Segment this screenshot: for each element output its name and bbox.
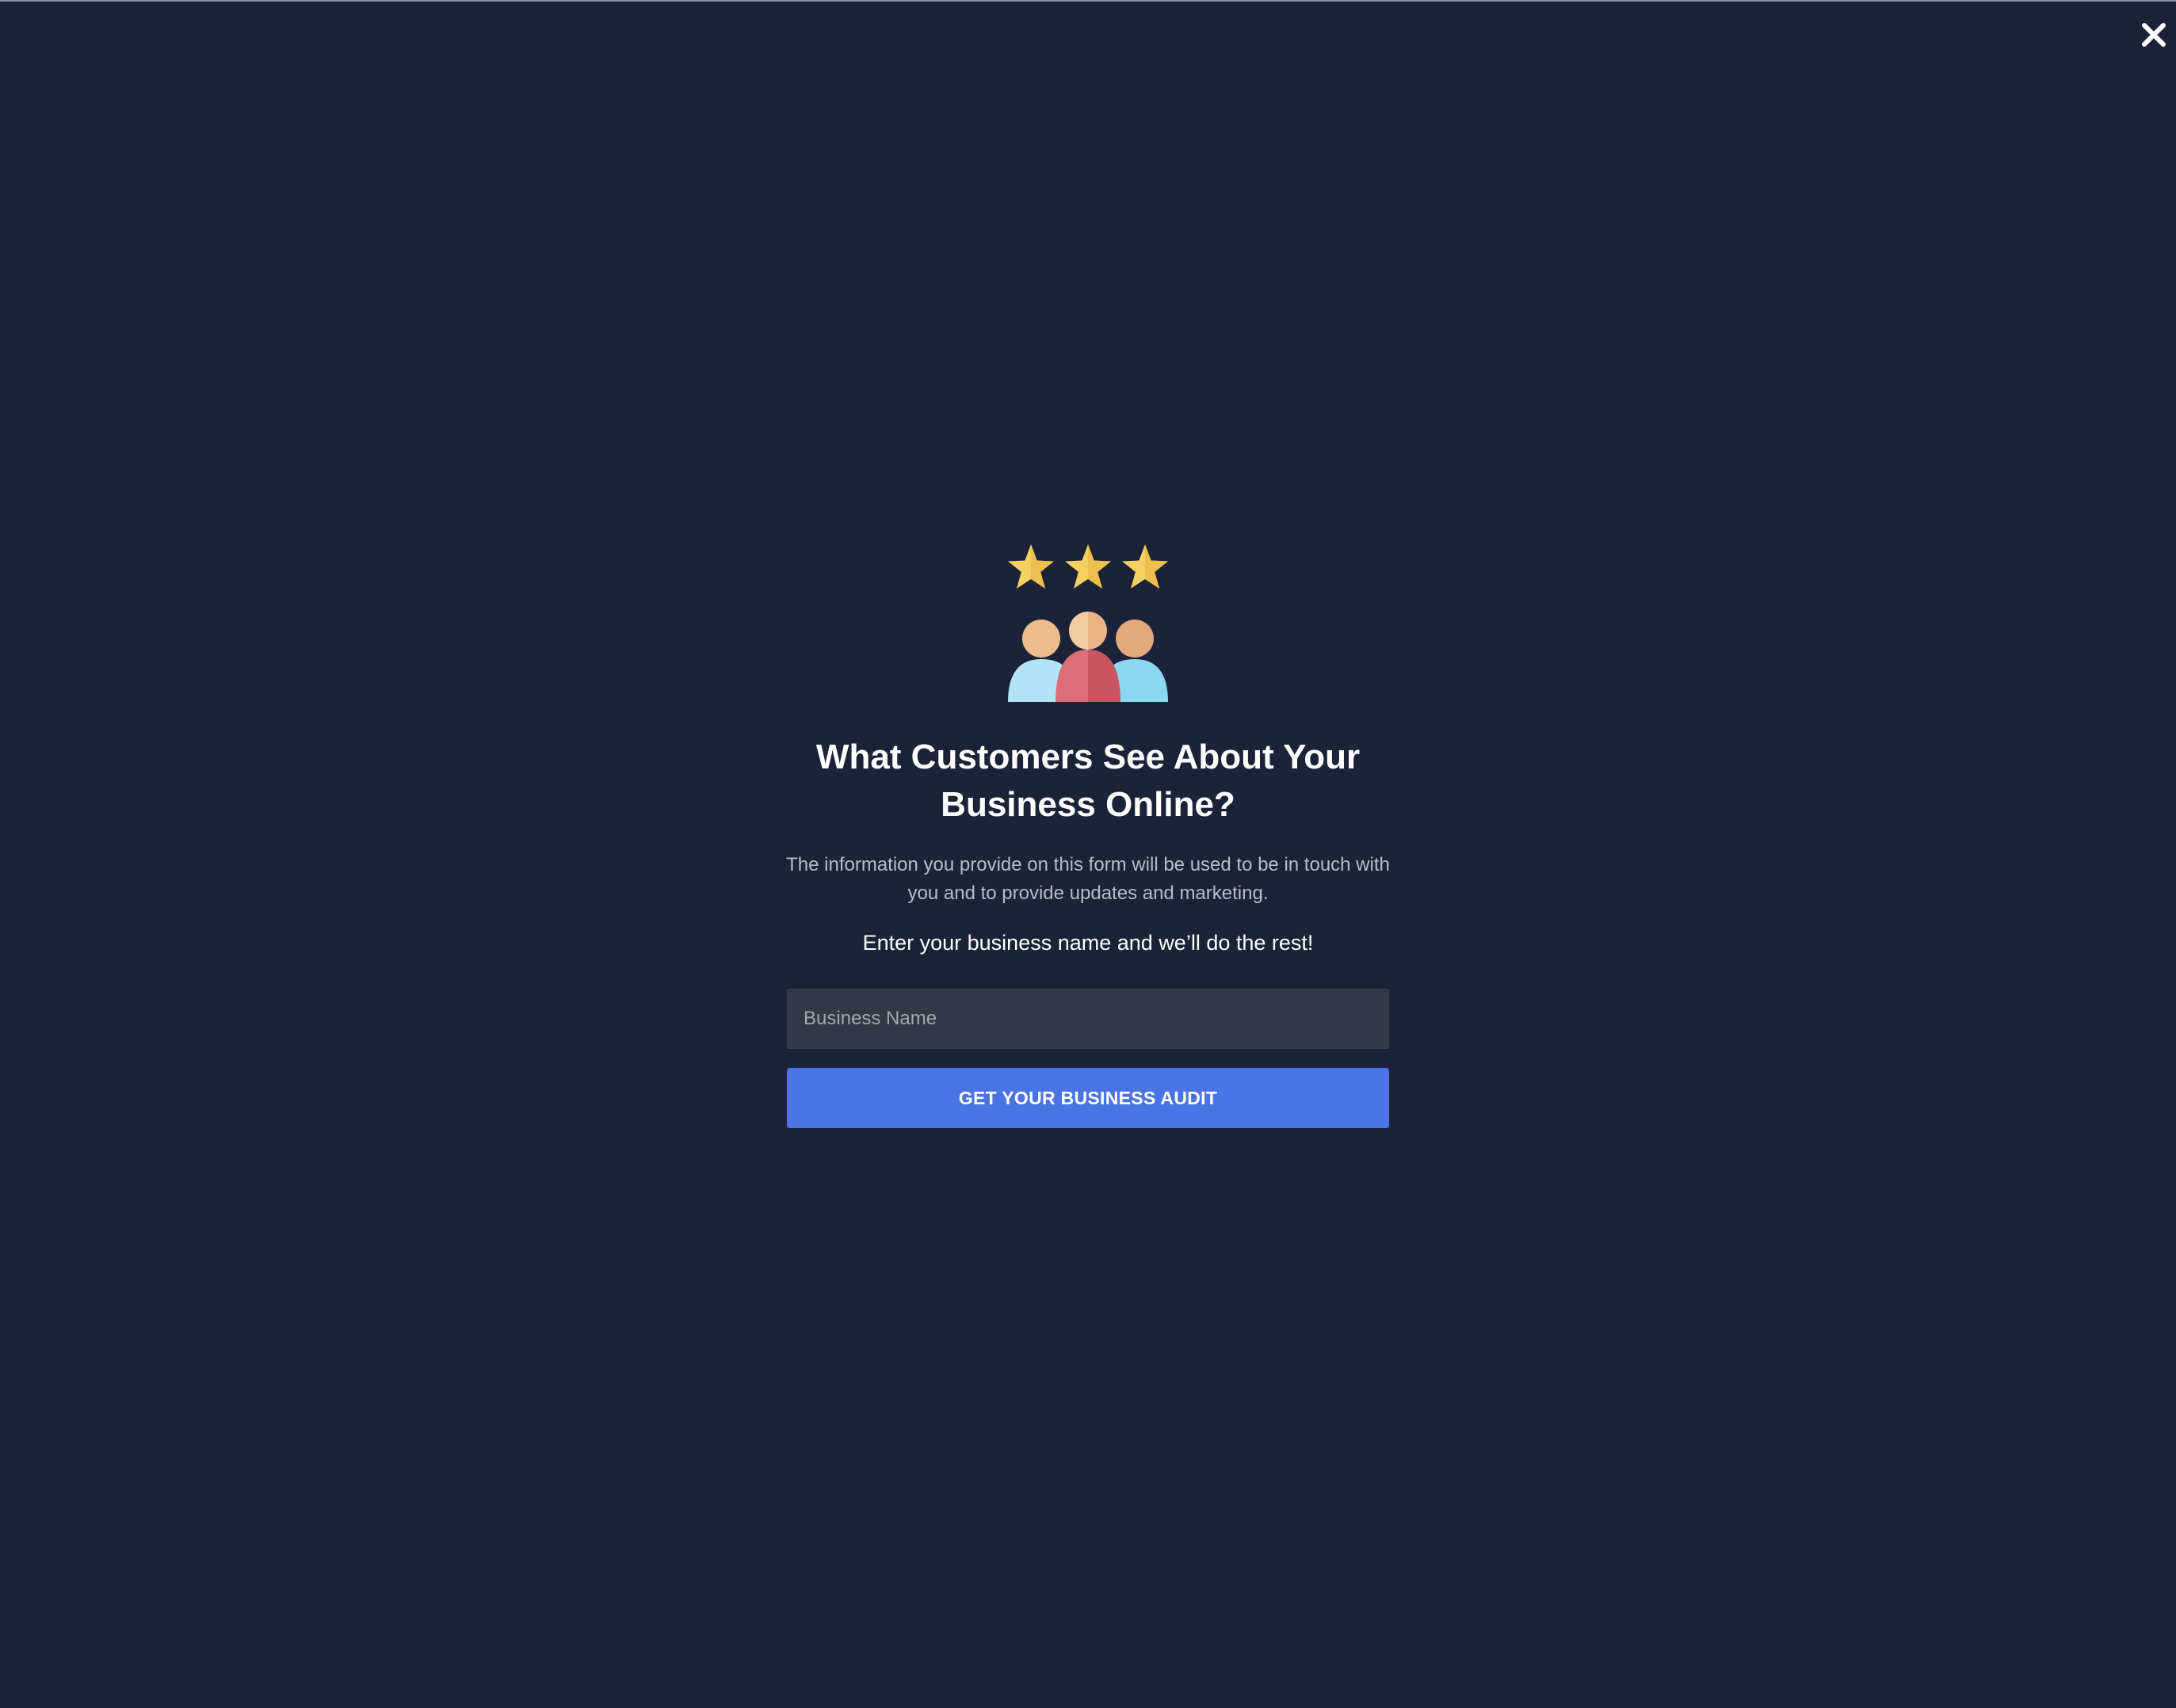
star-icon bbox=[1120, 543, 1170, 592]
customers-group-icon bbox=[1008, 612, 1168, 702]
star-icon bbox=[1063, 543, 1113, 592]
audit-form: GET YOUR BUSINESS AUDIT bbox=[787, 989, 1389, 1128]
star-icon bbox=[1006, 543, 1056, 592]
tagline: Enter your business name and we’ll do th… bbox=[862, 931, 1314, 955]
close-icon bbox=[2142, 23, 2166, 47]
privacy-disclaimer: The information you provide on this form… bbox=[786, 854, 1390, 904]
rating-stars bbox=[1006, 539, 1170, 596]
modal-title: What Customers See About Your Business O… bbox=[815, 738, 1361, 824]
get-audit-button[interactable]: GET YOUR BUSINESS AUDIT bbox=[787, 1068, 1389, 1128]
close-button[interactable] bbox=[2140, 21, 2168, 49]
top-divider bbox=[0, 0, 2176, 2]
audit-modal: What Customers See About Your Business O… bbox=[0, 539, 2176, 1128]
business-name-input[interactable] bbox=[787, 989, 1389, 1049]
